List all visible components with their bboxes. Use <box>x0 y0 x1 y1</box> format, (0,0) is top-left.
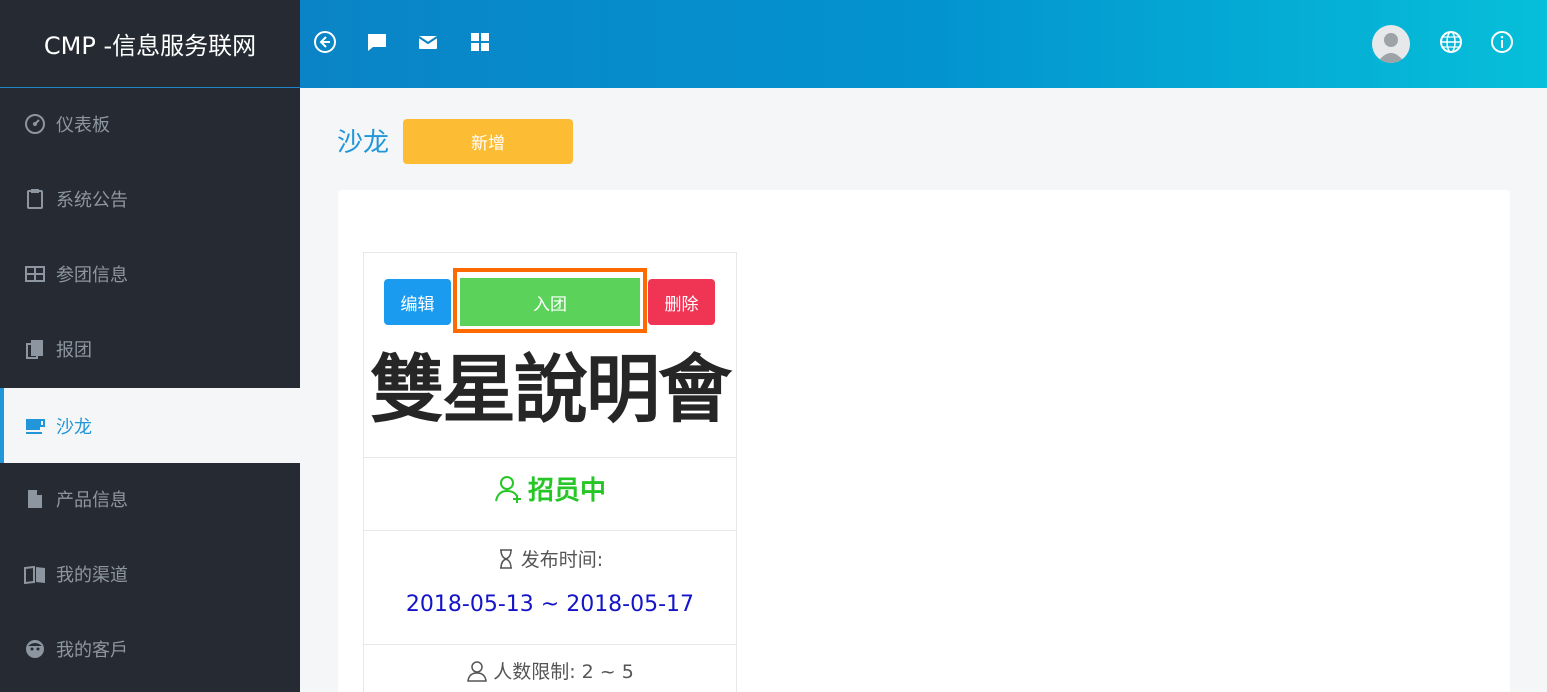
sidebar-item-salon[interactable]: 沙龙 <box>0 388 300 463</box>
sidebar-item-label: 沙龙 <box>56 416 92 438</box>
info-icon[interactable] <box>1490 30 1514 54</box>
delete-button[interactable]: 删除 <box>648 279 715 325</box>
hourglass-icon <box>497 548 515 570</box>
mail-icon[interactable] <box>416 30 440 54</box>
sidebar-item-label: 仪表板 <box>56 114 110 136</box>
clipboard-icon <box>24 188 46 210</box>
sidebar: CMP -信息服务联网 仪表板 系统公告 参团信息 报团 沙龙 产品信息 我的渠… <box>0 0 300 692</box>
user-icon <box>466 660 488 682</box>
sidebar-item-label: 报团 <box>56 339 92 361</box>
avatar[interactable] <box>1372 25 1410 63</box>
sidebar-item-label: 参团信息 <box>56 264 128 286</box>
back-circle-icon[interactable] <box>313 30 337 54</box>
sidebar-item-customers[interactable]: 我的客戶 <box>0 611 300 686</box>
top-bar <box>300 0 1547 88</box>
add-button[interactable]: 新增 <box>403 119 573 164</box>
sidebar-item-label: 产品信息 <box>56 489 128 511</box>
sidebar-item-announcements[interactable]: 系统公告 <box>0 161 300 236</box>
app-title: CMP -信息服务联网 <box>0 0 300 88</box>
sidebar-item-label: 系统公告 <box>56 189 128 211</box>
participant-limit: 人数限制: 2 ~ 5 <box>363 657 737 684</box>
participant-limit-text: 人数限制: 2 ~ 5 <box>493 661 634 683</box>
table-icon <box>24 263 46 285</box>
divider <box>363 530 737 531</box>
publish-label-text: 发布时间: <box>520 549 604 571</box>
sidebar-item-label: 我的渠道 <box>56 564 128 586</box>
globe-icon[interactable] <box>1439 30 1463 54</box>
face-icon <box>24 638 46 660</box>
sidebar-item-register-group[interactable]: 报团 <box>0 311 300 386</box>
publish-label: 发布时间: <box>363 545 737 572</box>
sidebar-item-products[interactable]: 产品信息 <box>0 461 300 536</box>
page-title: 沙龙 <box>337 128 390 158</box>
cup-icon <box>24 415 46 437</box>
open-book-icon <box>24 563 46 585</box>
sidebar-item-group-info[interactable]: 参团信息 <box>0 236 300 311</box>
status-badge: 招员中 <box>363 470 737 507</box>
divider <box>363 457 737 458</box>
card-title: 雙星說明會 <box>370 347 732 433</box>
publish-date-range: 2018-05-13 ~ 2018-05-17 <box>405 592 695 617</box>
grid-icon[interactable] <box>468 30 492 54</box>
user-add-icon <box>494 474 524 504</box>
document-icon <box>24 488 46 510</box>
sidebar-item-channels[interactable]: 我的渠道 <box>0 536 300 611</box>
book-stack-icon <box>24 338 46 360</box>
sidebar-item-label: 我的客戶 <box>56 639 128 661</box>
divider <box>363 644 737 645</box>
join-button[interactable]: 入团 <box>460 278 640 326</box>
status-text: 招员中 <box>527 476 606 506</box>
sidebar-item-dashboard[interactable]: 仪表板 <box>0 86 300 161</box>
chat-icon[interactable] <box>365 30 389 54</box>
edit-button[interactable]: 编辑 <box>384 279 451 325</box>
dashboard-icon <box>24 113 46 135</box>
